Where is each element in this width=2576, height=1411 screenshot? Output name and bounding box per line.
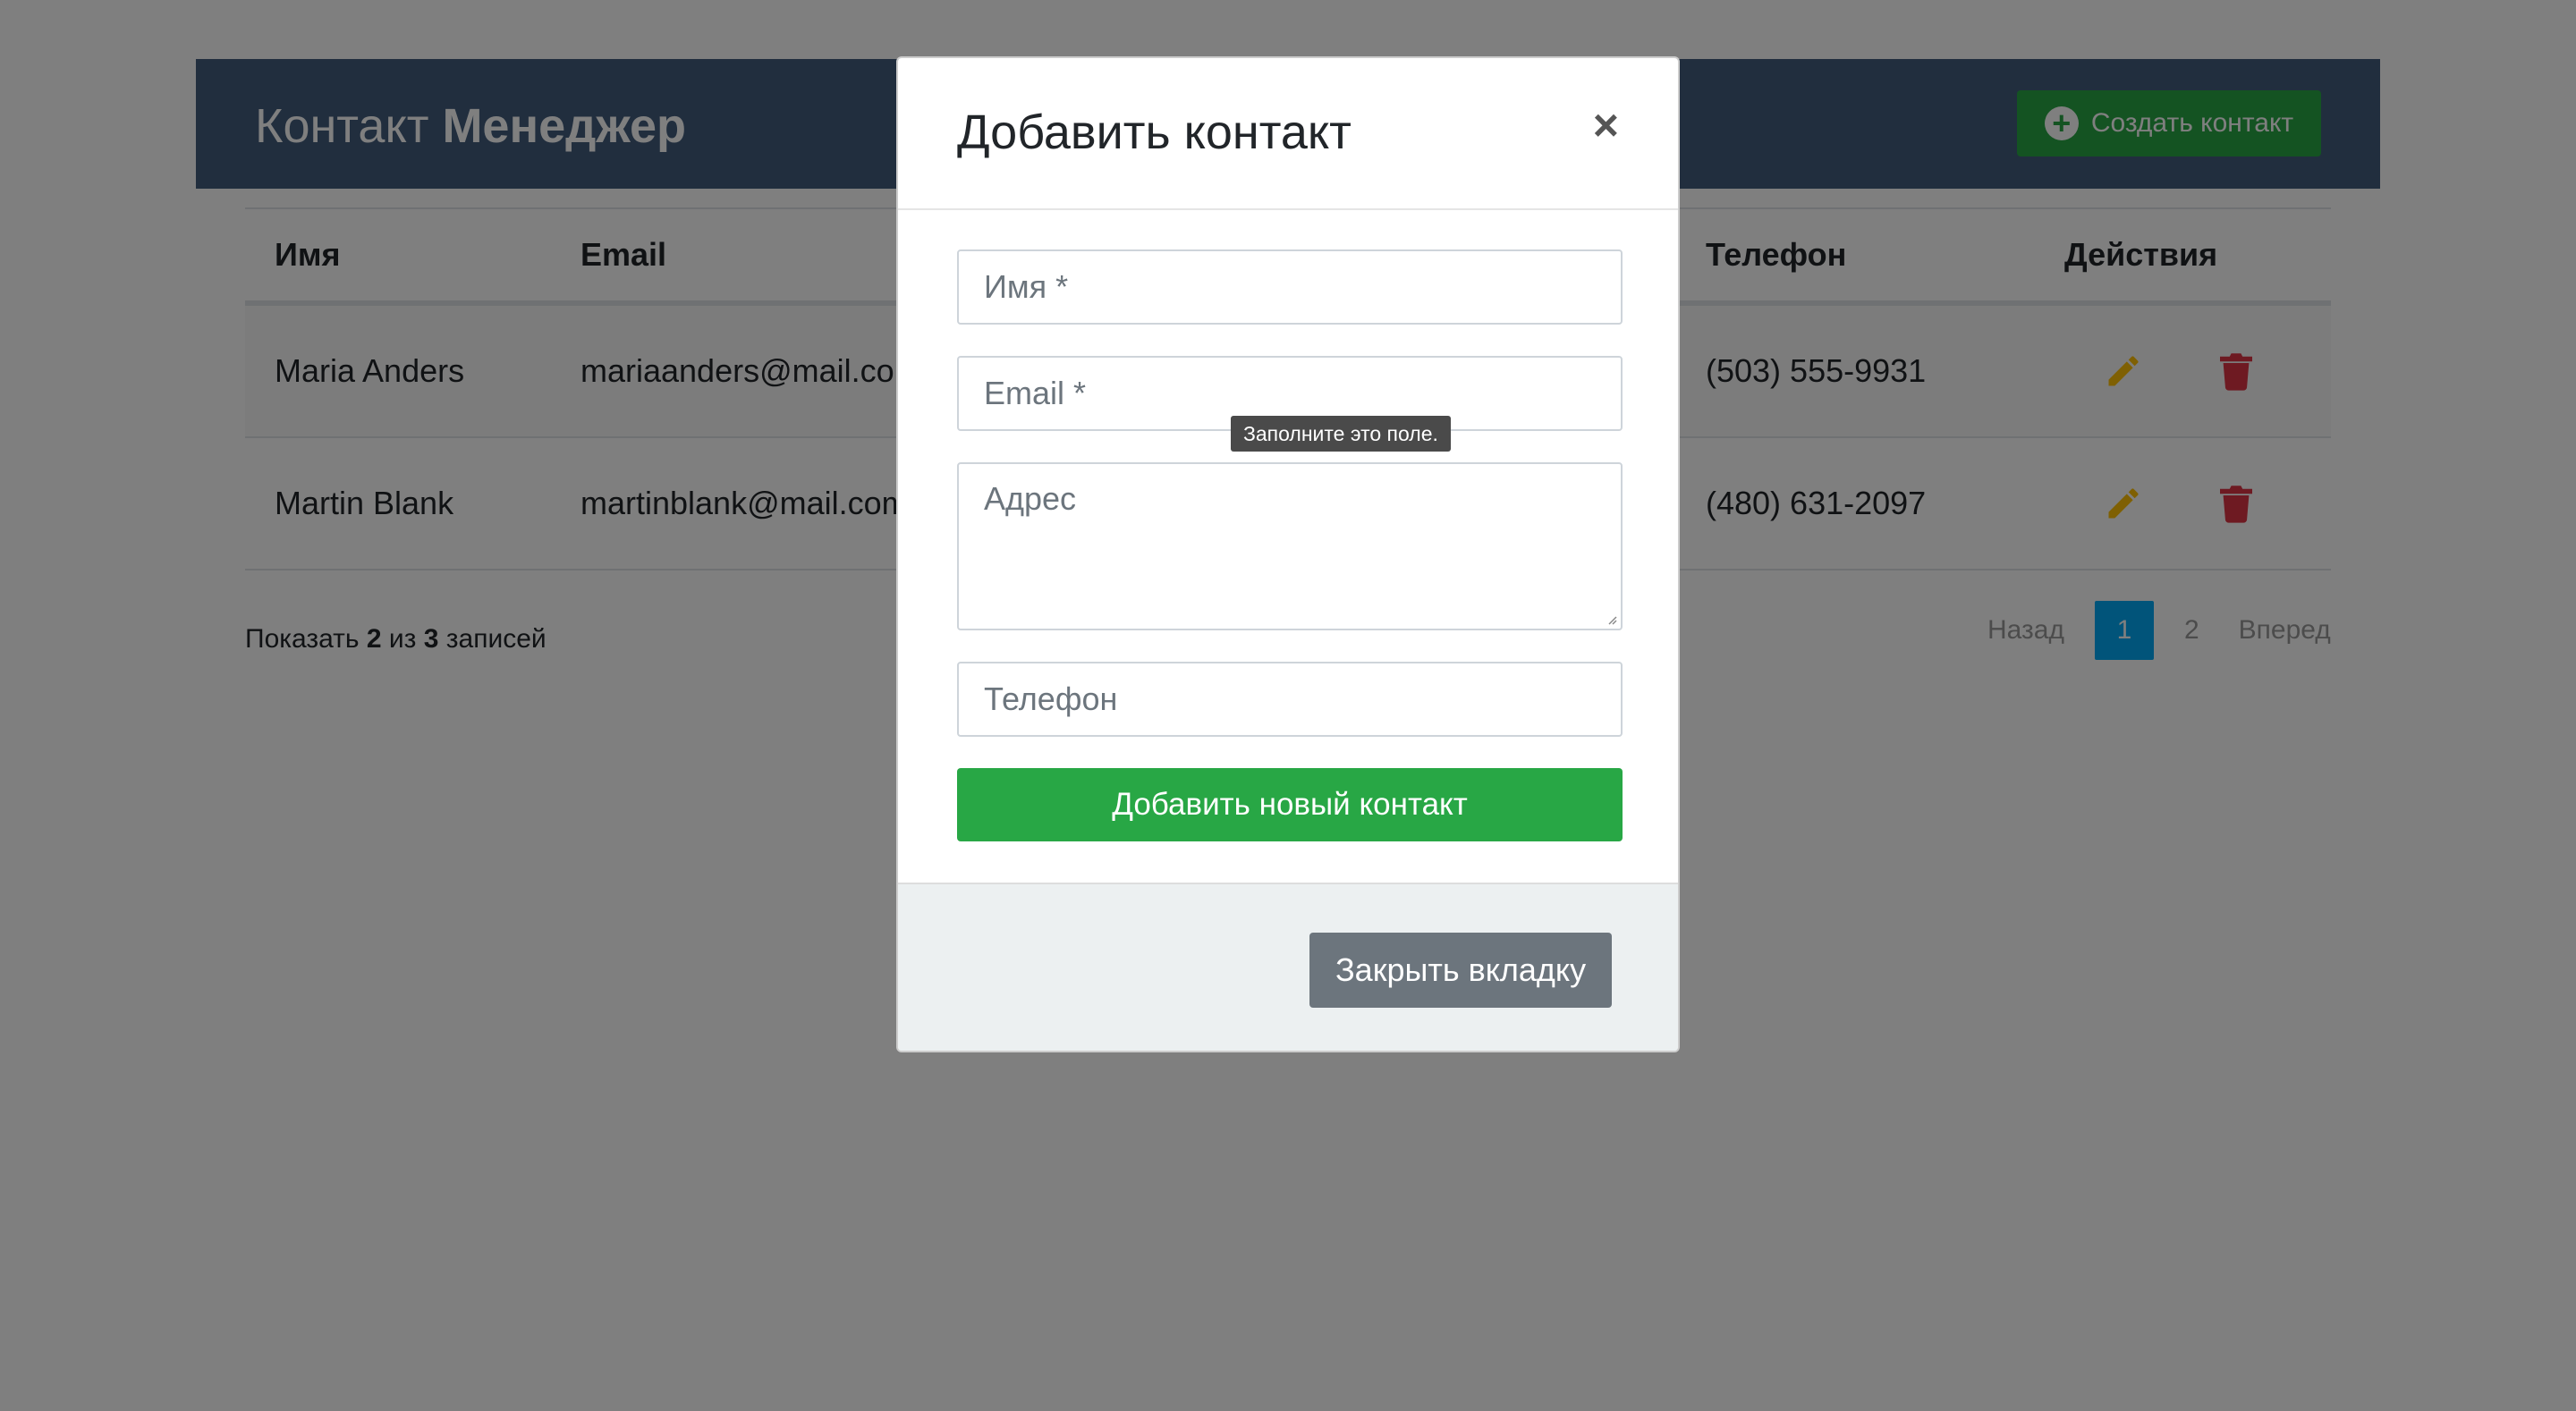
phone-input[interactable]: Телефон <box>957 662 1623 737</box>
name-input[interactable]: Имя * <box>957 249 1623 325</box>
modal-footer: Закрыть вкладку <box>898 883 1678 1051</box>
name-placeholder: Имя * <box>984 268 1069 305</box>
address-textarea[interactable]: Адрес <box>957 462 1623 630</box>
close-tab-button[interactable]: Закрыть вкладку <box>1309 933 1612 1008</box>
close-icon[interactable]: × <box>1593 103 1619 148</box>
validation-tooltip: Заполните это поле. <box>1231 416 1451 452</box>
add-contact-modal: Добавить контакт × Имя * Email * Заполни… <box>896 56 1680 1052</box>
resize-grip-icon[interactable] <box>1605 613 1617 625</box>
address-placeholder: Адрес <box>984 480 1077 517</box>
modal-title: Добавить контакт <box>957 106 1352 159</box>
modal-header: Добавить контакт × <box>898 58 1678 210</box>
email-placeholder: Email * <box>984 375 1087 411</box>
phone-placeholder: Телефон <box>984 680 1118 717</box>
add-new-contact-button[interactable]: Добавить новый контакт <box>957 768 1623 841</box>
